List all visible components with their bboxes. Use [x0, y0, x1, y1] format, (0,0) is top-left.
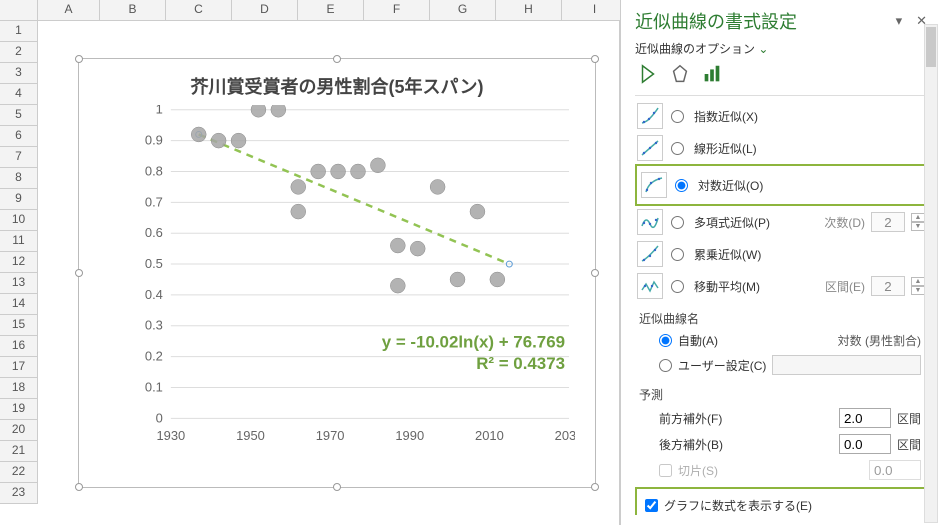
spin-up-icon: ▲ [911, 277, 925, 286]
effects-icon[interactable] [669, 63, 691, 85]
resize-handle[interactable] [333, 483, 341, 491]
svg-text:1: 1 [156, 105, 163, 117]
trendline-auto-name-value: 対数 (男性割合) [838, 332, 921, 349]
svg-text:1950: 1950 [236, 428, 265, 443]
resize-handle[interactable] [75, 269, 83, 277]
svg-text:y = -10.02ln(x) + 76.769: y = -10.02ln(x) + 76.769 [382, 332, 565, 351]
svg-text:0.7: 0.7 [145, 194, 163, 209]
svg-text:R² = 0.4373: R² = 0.4373 [476, 354, 565, 373]
spin-up-icon: ▲ [911, 213, 925, 222]
trendline-name-custom[interactable]: ユーザー設定(C) [635, 352, 927, 378]
forecast-backward-input[interactable] [839, 434, 891, 454]
poly-degree-input [871, 212, 905, 232]
panel-subtitle: 近似曲線のオプション [635, 42, 755, 56]
column-headers: ABCDEFGHI [0, 0, 628, 21]
svg-text:0.5: 0.5 [145, 256, 163, 271]
chart-options-icon[interactable] [701, 63, 723, 85]
svg-text:0: 0 [156, 410, 163, 425]
trendline-option-exponential[interactable]: 指数近似(X) [635, 100, 927, 132]
spin-down-icon: ▼ [911, 222, 925, 231]
movavg-span-input [871, 276, 905, 296]
spreadsheet-area: ABCDEFGHI 123456789101112131415161718192… [0, 0, 620, 525]
svg-text:0.6: 0.6 [145, 225, 163, 240]
panel-scrollbar[interactable] [924, 24, 938, 523]
custom-name-input[interactable] [772, 355, 921, 375]
svg-text:0.9: 0.9 [145, 133, 163, 148]
fill-icon[interactable] [637, 63, 659, 85]
resize-handle[interactable] [591, 55, 599, 63]
row-headers: 1234567891011121314151617181920212223 [0, 21, 38, 504]
resize-handle[interactable] [75, 483, 83, 491]
show-equation-box: グラフに数式を表示する(E) グラフに R-2 乗値を表示する(R) [635, 487, 927, 515]
svg-text:1970: 1970 [316, 428, 345, 443]
plot-area[interactable]: 0 0.1 0.2 0.3 0.4 0.5 0.6 0.7 0.8 0.9 1 1930 1950 197… [137, 105, 575, 447]
resize-handle[interactable] [75, 55, 83, 63]
trendline-option-polynomial[interactable]: 多項式近似(P) 次数(D) ▲▼ [635, 206, 927, 238]
panel-title: 近似曲線の書式設定 [635, 8, 797, 34]
forecast-section: 予測 [639, 386, 927, 403]
svg-text:0.3: 0.3 [145, 318, 163, 333]
format-category-icons [637, 63, 927, 85]
trendline-name-section: 近似曲線名 [639, 310, 927, 327]
chart-title[interactable]: 芥川賞受賞者の男性割合(5年スパン) [79, 59, 595, 105]
chart-object[interactable]: 芥川賞受賞者の男性割合(5年スパン) 0 0.1 0.2 0.3 0.4 0.5 0.6 0.… [78, 58, 596, 488]
trendline-option-linear[interactable]: 線形近似(L) [635, 132, 927, 164]
resize-handle[interactable] [591, 269, 599, 277]
svg-text:0.1: 0.1 [145, 379, 163, 394]
trendline-name-auto[interactable]: 自動(A) 対数 (男性割合) [635, 329, 927, 352]
svg-text:1930: 1930 [156, 428, 185, 443]
svg-text:2010: 2010 [475, 428, 504, 443]
forecast-forward-input[interactable] [839, 408, 891, 428]
intercept-input [869, 460, 921, 480]
svg-text:1990: 1990 [395, 428, 424, 443]
resize-handle[interactable] [333, 55, 341, 63]
trendline-option-power[interactable]: 累乗近似(W) [635, 238, 927, 270]
panel-menu-icon[interactable]: ▾ [896, 13, 903, 29]
svg-text:0.2: 0.2 [145, 349, 163, 364]
trendline-option-logarithmic[interactable]: 対数近似(O) [635, 164, 927, 206]
format-trendline-panel: 近似曲線の書式設定 ▾ ✕ 近似曲線のオプション ⌄ 指数近似(X) 線形近似(… [620, 0, 939, 525]
checkbox-show-equation[interactable]: グラフに数式を表示する(E) [641, 495, 921, 515]
svg-text:0.4: 0.4 [145, 287, 163, 302]
trendline-option-moving-avg[interactable]: 移動平均(M) 区間(E) ▲▼ [635, 270, 927, 302]
chevron-down-icon[interactable]: ⌄ [758, 42, 768, 56]
resize-handle[interactable] [591, 483, 599, 491]
spin-down-icon: ▼ [911, 286, 925, 295]
svg-text:0.8: 0.8 [145, 163, 163, 178]
svg-text:2030: 2030 [555, 428, 575, 443]
